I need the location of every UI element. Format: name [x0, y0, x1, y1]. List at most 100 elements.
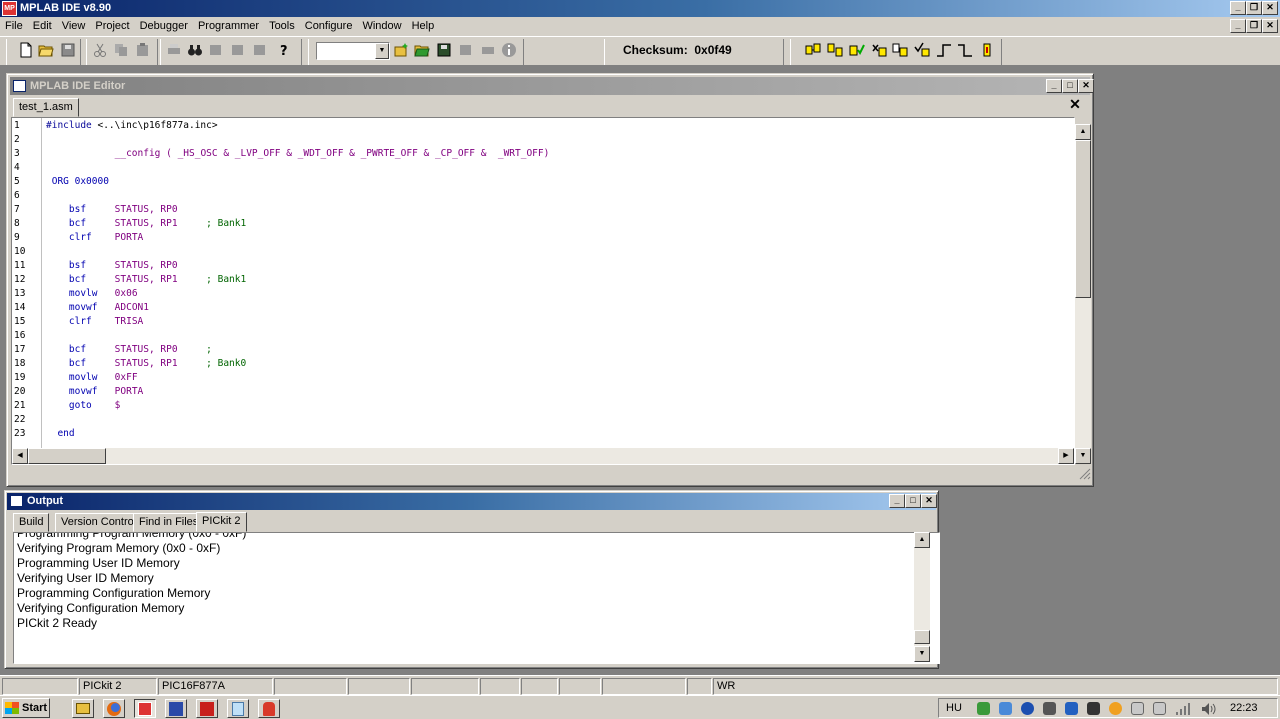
restore-button[interactable]: ❐ [1246, 1, 1262, 15]
volume-icon[interactable] [1201, 702, 1217, 716]
language-indicator[interactable]: HU [946, 701, 962, 716]
resize-grip-icon[interactable] [1075, 464, 1091, 480]
code-line[interactable]: 23 end [12, 427, 1072, 441]
menu-tools[interactable]: Tools [264, 17, 300, 36]
code-line[interactable]: 13 movlw 0x06 [12, 287, 1072, 301]
bluetooth-icon[interactable] [1021, 702, 1034, 715]
scroll-up-icon[interactable]: ▲ [1075, 124, 1091, 140]
code-line[interactable]: 4 [12, 161, 1072, 175]
output-vertical-scrollbar[interactable]: ▲ ▼ [914, 532, 930, 662]
new-file-icon[interactable] [18, 42, 34, 58]
code-line[interactable]: 1 #include <..\inc\p16f877a.inc> [12, 119, 1072, 133]
code-line[interactable]: 16 [12, 329, 1072, 343]
bookmark-prev-icon[interactable] [252, 42, 268, 58]
verify-device-icon[interactable] [849, 42, 865, 58]
target-off-icon[interactable] [957, 42, 973, 58]
output-maximize-button[interactable]: □ [905, 494, 921, 508]
build-icon[interactable] [458, 42, 474, 58]
start-button[interactable]: Start [2, 698, 50, 718]
mdi-close-button[interactable]: ✕ [1262, 19, 1278, 33]
bookmark-toggle-icon[interactable] [208, 42, 224, 58]
menu-configure[interactable]: Configure [300, 17, 358, 36]
code-line[interactable]: 2 [12, 133, 1072, 147]
mdi-restore-button[interactable]: ❐ [1246, 19, 1262, 33]
notepad-taskbar-button[interactable] [227, 699, 249, 718]
code-line[interactable]: 9 clrf PORTA [12, 231, 1072, 245]
output-scroll-thumb[interactable] [914, 630, 930, 644]
mplab-taskbar-button[interactable] [134, 699, 156, 718]
paste-icon[interactable] [135, 42, 151, 58]
editor-vertical-scrollbar[interactable]: ▲ ▼ [1075, 124, 1091, 464]
usb-icon[interactable] [1131, 702, 1144, 715]
code-line[interactable]: 6 [12, 189, 1072, 203]
close-file-icon[interactable]: ✕ [1067, 97, 1083, 113]
code-editor[interactable]: 1 #include <..\inc\p16f877a.inc> 2 3 __conf… [11, 117, 1075, 465]
menu-edit[interactable]: Edit [28, 17, 57, 36]
scroll-right-icon[interactable]: ▶ [1058, 448, 1074, 464]
tab-find-in-files[interactable]: Find in Files [133, 513, 205, 532]
code-line[interactable]: 5 ORG 0x0000 [12, 175, 1072, 189]
output-scroll-down-icon[interactable]: ▼ [914, 646, 930, 662]
horizontal-scroll-thumb[interactable] [28, 448, 106, 464]
security-shield-icon[interactable] [977, 702, 990, 715]
updater-icon[interactable] [1109, 702, 1122, 715]
safely-remove-icon[interactable] [1153, 702, 1166, 715]
editor-minimize-button[interactable]: _ [1046, 79, 1062, 93]
editor-maximize-button[interactable]: □ [1062, 79, 1078, 93]
tab-test-1-asm[interactable]: test_1.asm [13, 98, 79, 117]
menu-debugger[interactable]: Debugger [135, 17, 193, 36]
verify-blank-icon[interactable] [914, 42, 930, 58]
reset-icon[interactable] [979, 42, 995, 58]
mplab-logo-icon[interactable]: MP [2, 1, 17, 16]
signal-strength-icon[interactable] [1175, 702, 1191, 716]
code-line[interactable]: 8 bcf STATUS, RP1 ; Bank1 [12, 217, 1072, 231]
menu-view[interactable]: View [57, 17, 91, 36]
output-minimize-button[interactable]: _ [889, 494, 905, 508]
print-icon[interactable] [166, 42, 182, 58]
open-project-icon[interactable] [414, 42, 430, 58]
menu-file[interactable]: File [0, 17, 28, 36]
editor-window-icon[interactable] [13, 80, 26, 92]
editor-close-button[interactable]: ✕ [1078, 79, 1094, 93]
bookmark-next-icon[interactable] [230, 42, 246, 58]
save-icon[interactable] [60, 42, 76, 58]
code-line[interactable]: 22 [12, 413, 1072, 427]
blank-check-icon[interactable] [892, 42, 908, 58]
menu-help[interactable]: Help [407, 17, 440, 36]
chevron-down-icon[interactable]: ▼ [375, 43, 389, 59]
monitor-icon[interactable] [1087, 702, 1100, 715]
scroll-down-icon[interactable]: ▼ [1075, 448, 1091, 464]
erase-device-icon[interactable] [871, 42, 887, 58]
acrobat-taskbar-button[interactable] [196, 699, 218, 718]
code-line[interactable]: 7 bsf STATUS, RP0 [12, 203, 1072, 217]
device-icon[interactable] [1043, 702, 1056, 715]
clock[interactable]: 22:23 [1230, 701, 1258, 716]
code-line[interactable]: 10 [12, 245, 1072, 259]
firefox-taskbar-button[interactable] [103, 699, 125, 718]
build-configuration-select[interactable]: ▼ [316, 42, 390, 60]
menu-programmer[interactable]: Programmer [193, 17, 264, 36]
close-button[interactable]: ✕ [1262, 1, 1278, 15]
menu-project[interactable]: Project [90, 17, 134, 36]
save-app-taskbar-button[interactable] [165, 699, 187, 718]
code-line[interactable]: 19 movlw 0xFF [12, 371, 1072, 385]
target-on-icon[interactable] [936, 42, 952, 58]
output-window-icon[interactable] [10, 495, 23, 507]
copy-icon[interactable] [113, 42, 129, 58]
find-binoculars-icon[interactable] [187, 42, 203, 58]
code-line[interactable]: 3 __config ( _HS_OSC & _LVP_OFF & _WDT_O… [12, 147, 1072, 161]
make-icon[interactable] [480, 42, 496, 58]
menu-window[interactable]: Window [357, 17, 406, 36]
app-taskbar-button[interactable] [258, 699, 280, 718]
explorer-taskbar-button[interactable] [72, 699, 94, 718]
code-line[interactable]: 11 bsf STATUS, RP0 [12, 259, 1072, 273]
mdi-minimize-button[interactable]: _ [1230, 19, 1246, 33]
info-icon[interactable] [501, 42, 517, 58]
code-line[interactable]: 17 bcf STATUS, RP0 ; [12, 343, 1072, 357]
editor-horizontal-scrollbar[interactable]: ◀ ▶ [12, 448, 1074, 464]
open-folder-icon[interactable] [38, 42, 54, 58]
cut-icon[interactable] [92, 42, 108, 58]
network-globe-icon[interactable] [999, 702, 1012, 715]
vertical-scroll-thumb[interactable] [1075, 140, 1091, 298]
output-log[interactable]: Programming Program Memory (0x0 - 0xF) Ve… [13, 532, 940, 664]
